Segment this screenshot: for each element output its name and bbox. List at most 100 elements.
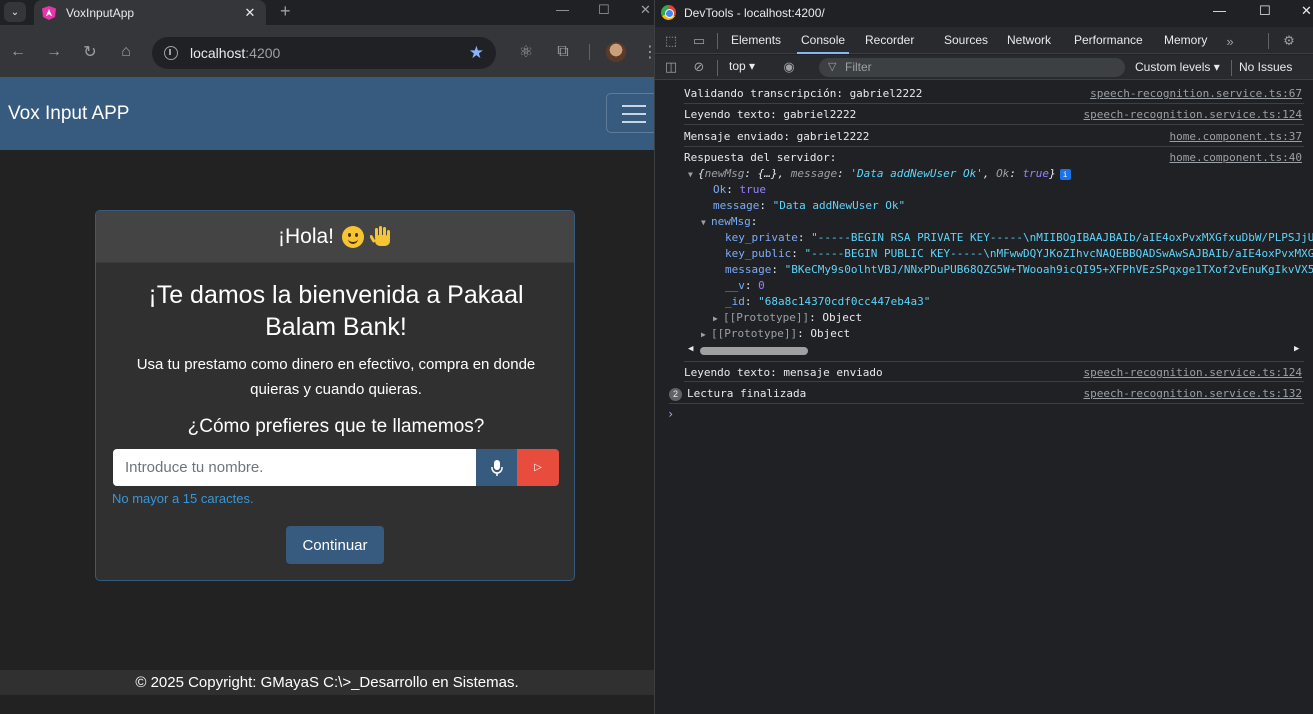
back-icon[interactable]: ← xyxy=(8,42,28,62)
address-bar[interactable]: localhost :4200 ★ xyxy=(152,37,496,69)
reload-icon[interactable]: ↻ xyxy=(80,42,100,62)
tab-search-dropdown-icon[interactable]: ⌄ xyxy=(4,2,26,22)
log-entry: Leyendo texto: mensaje enviado speech-re… xyxy=(684,361,1304,382)
log-source-link[interactable]: home.component.ts:37 xyxy=(1170,126,1302,146)
tab-close-icon[interactable]: ✕ xyxy=(242,5,258,21)
object-prototype-inner[interactable]: ▶ [[Prototype]]: Object xyxy=(713,310,862,326)
tab-console[interactable]: Console xyxy=(796,27,850,54)
repeat-count-badge: 2 xyxy=(669,387,682,401)
tab-bar: ⌄ VoxInputApp ✕ + — ☐ ✕ xyxy=(0,0,654,25)
log-text: Mensaje enviado: gabriel2222 xyxy=(684,130,870,143)
console-filter-input[interactable]: ▽ Filter xyxy=(819,58,1125,77)
filter-separator xyxy=(717,60,718,76)
microphone-button[interactable] xyxy=(476,449,517,486)
object-prop-key-private: key_private: "-----BEGIN RSA PRIVATE KEY… xyxy=(725,231,1313,244)
object-prototype-outer[interactable]: ▶ [[Prototype]]: Object xyxy=(701,326,850,342)
bookmark-star-icon[interactable]: ★ xyxy=(469,43,484,63)
site-info-icon[interactable] xyxy=(164,46,178,60)
console-prompt-chevron-icon[interactable]: › xyxy=(667,407,674,421)
settings-gear-icon[interactable]: ⚙ xyxy=(1281,33,1297,49)
continue-button[interactable]: Continuar xyxy=(286,526,384,564)
tab-elements[interactable]: Elements xyxy=(731,27,781,54)
expand-triangle-icon[interactable]: ▼ xyxy=(688,167,698,183)
log-text: Lectura finalizada xyxy=(687,387,807,400)
log-text: Leyendo texto: gabriel2222 xyxy=(684,108,857,121)
welcome-subtext: Usa tu prestamo como dinero en efectivo,… xyxy=(136,356,536,398)
greeting-text: ¡Hola! xyxy=(277,224,335,248)
expand-triangle-icon[interactable]: ▼ xyxy=(701,215,711,231)
object-summary-row[interactable]: ▼ {newMsg: {…}, message: 'Data addNewUser… xyxy=(688,166,1071,182)
browser-tab[interactable]: VoxInputApp ✕ xyxy=(34,0,266,25)
response-object-tree: ▼ {newMsg: {…}, message: 'Data addNewUser… xyxy=(684,151,1313,361)
object-prop-key-public: key_public: "-----BEGIN PUBLIC KEY-----\… xyxy=(725,247,1313,260)
devtools-close-icon[interactable]: ✕ xyxy=(1301,3,1312,19)
tab-memory[interactable]: Memory xyxy=(1164,27,1207,54)
log-source-link[interactable]: speech-recognition.service.ts:124 xyxy=(1083,362,1302,381)
log-levels-dropdown[interactable]: Custom levels ▾ xyxy=(1135,60,1220,74)
devtools-minimize-icon[interactable]: — xyxy=(1213,3,1226,18)
issues-counter[interactable]: No Issues xyxy=(1239,60,1292,74)
play-icon: ▷ xyxy=(534,462,542,473)
scroll-left-icon[interactable]: ◀ xyxy=(688,344,693,354)
sidebar-toggle-icon[interactable]: ◫ xyxy=(663,59,679,75)
chrome-logo-icon xyxy=(661,5,676,20)
home-icon[interactable]: ⌂ xyxy=(116,42,136,62)
log-source-link[interactable]: speech-recognition.service.ts:124 xyxy=(1083,104,1302,124)
more-tabs-icon[interactable]: » xyxy=(1222,33,1238,49)
collapsed-triangle-icon[interactable]: ▶ xyxy=(713,311,723,327)
log-text: Validando transcripción: gabriel2222 xyxy=(684,87,923,100)
object-prop-id: _id: "68a8c14370cdf0cc447eb4a3" xyxy=(725,295,931,308)
devtools-title: DevTools - localhost:4200/ xyxy=(684,5,825,20)
maximize-icon[interactable]: ☐ xyxy=(598,2,610,18)
log-source-link[interactable]: speech-recognition.service.ts:132 xyxy=(1083,383,1302,403)
new-tab-button[interactable]: + xyxy=(280,1,291,22)
horizontal-scrollbar[interactable]: ◀ ▶ xyxy=(684,344,1304,358)
minimize-icon[interactable]: — xyxy=(556,2,569,17)
scroll-right-icon[interactable]: ▶ xyxy=(1294,344,1299,354)
log-source-link[interactable]: speech-recognition.service.ts:67 xyxy=(1090,83,1302,103)
info-icon[interactable]: i xyxy=(1059,168,1071,180)
react-devtools-extension-icon[interactable]: ⚛ xyxy=(516,42,536,62)
tab-separator xyxy=(717,33,718,49)
devtools-maximize-icon[interactable]: ☐ xyxy=(1259,3,1271,19)
profile-avatar[interactable] xyxy=(606,42,626,62)
play-send-button[interactable]: ▷ xyxy=(517,449,559,486)
extensions-puzzle-icon[interactable]: ⧉ xyxy=(553,42,573,62)
tab-network[interactable]: Network xyxy=(1007,27,1051,54)
filter-placeholder: Filter xyxy=(845,60,872,74)
live-expression-eye-icon[interactable]: ◉ xyxy=(781,59,797,75)
hamburger-menu-icon[interactable] xyxy=(606,93,658,133)
filter-separator xyxy=(1231,60,1232,76)
browser-toolbar: ← → ↻ ⌂ localhost :4200 ★ ⚛ ⧉ ⋮ xyxy=(0,25,658,77)
forward-icon[interactable]: → xyxy=(44,42,64,62)
tab-sources[interactable]: Sources xyxy=(944,27,988,54)
tab-performance[interactable]: Performance xyxy=(1074,27,1143,54)
navbar-brand[interactable]: Vox Input APP xyxy=(8,103,129,125)
log-entry: Validando transcripción: gabriel2222 spe… xyxy=(684,83,1304,104)
device-toolbar-icon[interactable]: ▭ xyxy=(691,33,707,49)
clear-console-icon[interactable]: ⊘ xyxy=(691,59,707,75)
name-input[interactable] xyxy=(113,449,476,486)
object-prop-newmsg[interactable]: ▼ newMsg: xyxy=(701,214,757,230)
tab-recorder[interactable]: Recorder xyxy=(865,27,914,54)
name-question: ¿Cómo prefieres que te llamemos? xyxy=(187,416,485,437)
waving-hand-emoji-icon xyxy=(370,225,391,246)
tab-title: VoxInputApp xyxy=(66,5,135,20)
scrollbar-thumb[interactable] xyxy=(700,347,808,355)
close-window-icon[interactable]: ✕ xyxy=(640,2,651,18)
log-text: Leyendo texto: mensaje enviado xyxy=(684,366,883,379)
footer-copyright: © 2025 Copyright: GMayaS C:\>_Desarrollo… xyxy=(0,670,654,695)
context-select[interactable]: top ▾ xyxy=(729,59,755,73)
smiley-emoji-icon xyxy=(342,225,365,248)
object-prop-v: __v: 0 xyxy=(725,279,765,292)
angular-favicon-icon xyxy=(42,5,56,20)
object-prop-ok: Ok: true xyxy=(713,183,766,196)
name-length-hint: No mayor a 15 caractes. xyxy=(112,491,254,506)
welcome-title: ¡Te damos la bienvenida a Pakaal Balam B… xyxy=(148,281,524,341)
inspect-element-icon[interactable]: ⬚ xyxy=(663,33,679,49)
log-entry: 2 Lectura finalizada speech-recognition.s… xyxy=(669,383,1304,404)
navbar: Vox Input APP xyxy=(0,77,658,150)
app-page: Vox Input APP ¡Hola! ¡Te damos la bienve… xyxy=(0,77,658,714)
welcome-card: ¡Hola! ¡Te damos la bienvenida a Pakaal … xyxy=(95,210,575,581)
collapsed-triangle-icon[interactable]: ▶ xyxy=(701,327,711,343)
